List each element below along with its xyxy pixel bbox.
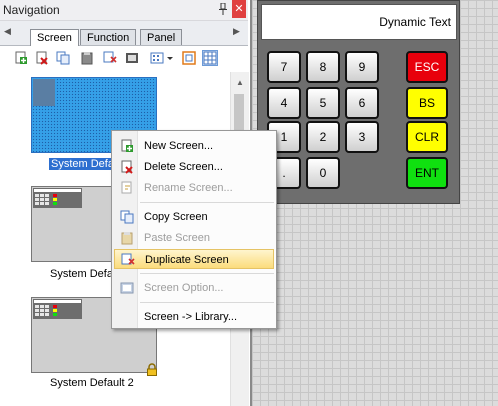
mini-key [40, 305, 44, 308]
mini-key [40, 194, 44, 197]
dynamic-text-display[interactable]: Dynamic Text [261, 4, 457, 40]
key-esc[interactable]: ESC [406, 51, 448, 83]
key-8[interactable]: 8 [306, 51, 340, 83]
menu-separator [140, 202, 274, 203]
mini-key [45, 309, 49, 312]
mini-key [40, 313, 44, 316]
scroll-up-icon[interactable]: ▲ [236, 78, 244, 87]
key-6[interactable]: 6 [345, 87, 379, 119]
key-7[interactable]: 7 [267, 51, 301, 83]
navigation-toolbar [0, 46, 248, 70]
mini-key [53, 198, 57, 201]
duplicate-screen-icon[interactable] [103, 51, 117, 65]
menu-item-duplicate-screen[interactable]: Duplicate Screen [114, 249, 274, 269]
mini-key [40, 202, 44, 205]
navigation-titlebar: Navigation ✕ [0, 0, 248, 21]
paste-screen-icon[interactable] [80, 51, 94, 65]
key-5[interactable]: 5 [306, 87, 340, 119]
rename-screen-icon [121, 181, 132, 194]
menu-item-label: Screen Option... [144, 282, 224, 294]
key-ent[interactable]: ENT [406, 157, 448, 189]
menu-item-label: Duplicate Screen [145, 254, 229, 266]
pin-icon[interactable] [218, 3, 228, 15]
key-2[interactable]: 2 [306, 121, 340, 153]
mini-key [53, 305, 57, 308]
duplicate-screen-icon [121, 253, 135, 265]
key-4[interactable]: 4 [267, 87, 301, 119]
mini-key [45, 202, 49, 205]
tab-scroll-left-icon[interactable]: ◀ [4, 26, 11, 37]
menu-item-screen-option: Screen Option... [114, 278, 274, 298]
screen-option-icon [120, 282, 134, 294]
mini-key [45, 194, 49, 197]
menu-item-label: Screen -> Library... [144, 311, 238, 323]
close-panel-icon[interactable]: ✕ [232, 0, 246, 18]
screen-thumbnail-label[interactable]: System Default 2 [50, 377, 134, 389]
menu-separator [140, 273, 274, 274]
menu-item-label: Rename Screen... [144, 182, 233, 194]
mini-key [35, 202, 39, 205]
mini-key [53, 202, 57, 205]
mini-key [35, 305, 39, 308]
screen-option-icon[interactable] [125, 51, 139, 65]
paste-screen-icon [121, 232, 133, 245]
tab-panel[interactable]: Panel [140, 29, 183, 45]
menu-item-label: Copy Screen [144, 211, 208, 223]
menu-item-screen-to-library[interactable]: Screen -> Library... [114, 307, 274, 327]
mini-key [45, 305, 49, 308]
delete-screen-icon[interactable] [35, 51, 49, 65]
menu-item-label: Delete Screen... [144, 161, 223, 173]
mini-key [40, 309, 44, 312]
mini-key [53, 194, 57, 197]
tab-strip: ◀ Screen Function Panel ▶ [0, 21, 248, 46]
mini-key [35, 309, 39, 312]
navigation-title: Navigation [3, 3, 60, 17]
keypad-panel: Dynamic Text 7 8 9 ESC 4 5 6 BS 1 2 3 CL… [257, 0, 460, 204]
mini-key [53, 309, 57, 312]
context-menu: New Screen... Delete Screen... Rename Sc… [111, 130, 277, 329]
key-clr[interactable]: CLR [406, 121, 448, 153]
dropdown-arrow-icon[interactable] [166, 51, 174, 65]
new-screen-icon[interactable] [14, 51, 28, 65]
key-bs[interactable]: BS [406, 87, 448, 119]
copy-screen-icon[interactable] [56, 51, 70, 65]
single-view-icon[interactable] [182, 51, 196, 65]
menu-item-paste-screen: Paste Screen [114, 228, 274, 248]
new-screen-icon [121, 139, 133, 152]
grid-view-icon[interactable] [202, 50, 218, 66]
lock-icon [147, 363, 157, 376]
design-canvas[interactable]: Dynamic Text 7 8 9 ESC 4 5 6 BS 1 2 3 CL… [250, 0, 498, 406]
mini-key [45, 313, 49, 316]
menu-separator [140, 302, 274, 303]
mini-keypad [33, 79, 55, 106]
mini-key [35, 198, 39, 201]
key-0[interactable]: 0 [306, 157, 340, 189]
mini-key [53, 313, 57, 316]
key-9[interactable]: 9 [345, 51, 379, 83]
menu-item-delete-screen[interactable]: Delete Screen... [114, 157, 274, 177]
menu-item-copy-screen[interactable]: Copy Screen [114, 207, 274, 227]
view-icon[interactable] [150, 51, 164, 65]
tab-function[interactable]: Function [80, 29, 137, 45]
menu-item-label: Paste Screen [144, 232, 211, 244]
scrollbar-thumb[interactable] [234, 94, 244, 134]
tab-scroll-right-icon[interactable]: ▶ [233, 26, 240, 37]
copy-screen-icon [120, 210, 134, 224]
key-3[interactable]: 3 [345, 121, 379, 153]
mini-keypad [33, 188, 82, 208]
mini-key [40, 198, 44, 201]
tab-screen[interactable]: Screen [30, 29, 79, 46]
mini-keypad [33, 299, 82, 319]
mini-key [35, 194, 39, 197]
menu-item-new-screen[interactable]: New Screen... [114, 136, 274, 156]
menu-item-label: New Screen... [144, 140, 214, 152]
mini-key [35, 313, 39, 316]
mini-key [45, 198, 49, 201]
menu-item-rename-screen: Rename Screen... [114, 178, 274, 198]
screen-thumbnail-label[interactable]: System Defa [50, 268, 113, 280]
delete-screen-icon [121, 160, 133, 174]
